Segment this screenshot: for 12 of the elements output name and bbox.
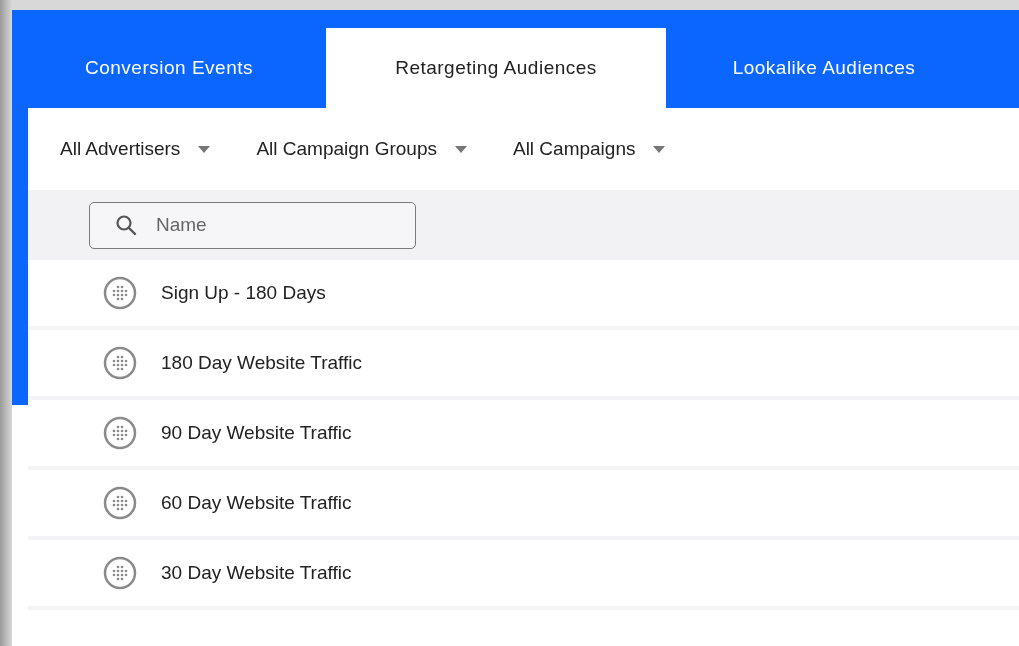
filter-dropdown[interactable]: All Advertisers <box>60 138 211 160</box>
filter-dropdown[interactable]: All Campaigns <box>512 138 666 160</box>
audience-name: 30 Day Website Traffic <box>161 562 352 584</box>
tab[interactable]: Conversion Events <box>12 28 326 108</box>
tab[interactable]: Retargeting Audiences <box>326 28 666 108</box>
filter-dropdown[interactable]: All Campaign Groups <box>256 138 467 160</box>
tab[interactable]: Lookalike Audiences <box>666 28 982 108</box>
audience-name: Sign Up - 180 Days <box>161 282 326 304</box>
audience-name: 180 Day Website Traffic <box>161 352 362 374</box>
search-field[interactable]: Name <box>89 201 416 249</box>
audience-name: 60 Day Website Traffic <box>161 492 352 514</box>
audience-name: 90 Day Website Traffic <box>161 422 352 444</box>
